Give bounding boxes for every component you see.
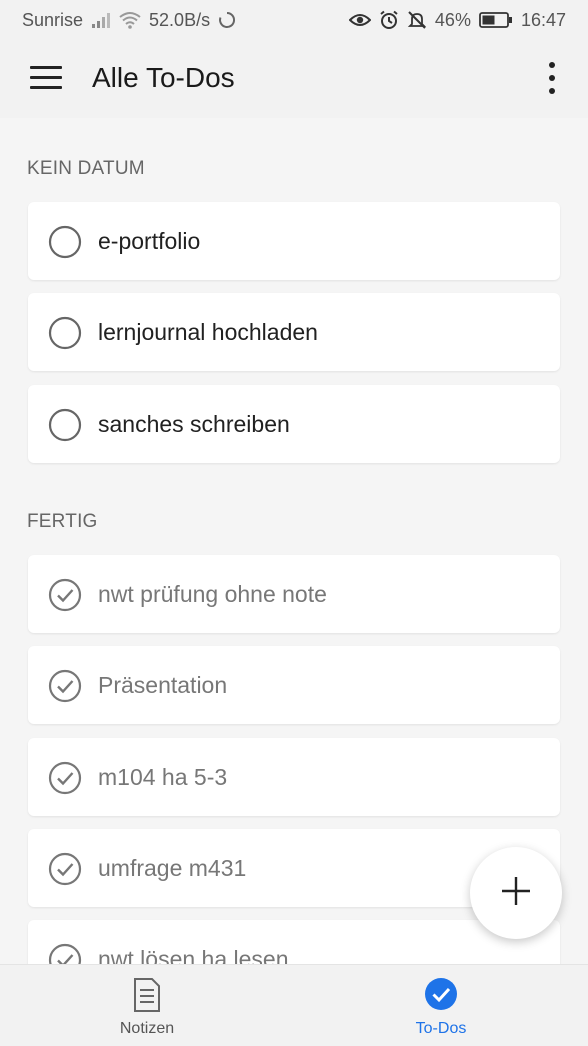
todo-item-done[interactable]: nwt lösen ha lesen bbox=[28, 920, 560, 964]
plus-icon bbox=[500, 875, 532, 912]
unchecked-circle-icon[interactable] bbox=[48, 316, 82, 350]
todo-label: e-portfolio bbox=[98, 227, 201, 254]
add-todo-button[interactable] bbox=[470, 847, 562, 939]
status-bar: Sunrise 52.0B/s 46% 16:47 bbox=[0, 0, 588, 40]
todo-item[interactable]: lernjournal hochladen bbox=[28, 293, 560, 371]
note-icon bbox=[132, 977, 162, 1018]
todo-label: umfrage m431 bbox=[98, 854, 247, 881]
carrier-name: Sunrise bbox=[22, 9, 84, 30]
unchecked-circle-icon[interactable] bbox=[48, 408, 82, 442]
todo-item-done[interactable]: Präsentation bbox=[28, 646, 560, 724]
alarm-icon bbox=[379, 10, 399, 30]
todo-item-done[interactable]: m104 ha 5-3 bbox=[28, 738, 560, 816]
page-title: Alle To-Dos bbox=[92, 62, 235, 93]
todo-label: m104 ha 5-3 bbox=[98, 763, 228, 790]
hamburger-menu-icon[interactable] bbox=[30, 66, 62, 94]
section-header-fertig: FERTIG bbox=[27, 511, 98, 532]
todo-label: sanches schreiben bbox=[98, 410, 290, 437]
signal-icon bbox=[91, 12, 111, 28]
checked-circle-icon[interactable] bbox=[48, 669, 82, 703]
checked-circle-icon[interactable] bbox=[48, 578, 82, 612]
nav-item-notizen[interactable]: Notizen bbox=[0, 965, 294, 1046]
battery-icon bbox=[479, 11, 513, 29]
bottom-navigation: Notizen To-Dos bbox=[0, 964, 588, 1046]
eye-icon bbox=[348, 12, 371, 28]
section-header-kein-datum: KEIN DATUM bbox=[27, 158, 145, 179]
todo-label: nwt prüfung ohne note bbox=[98, 580, 327, 607]
nav-label: To-Dos bbox=[415, 1020, 467, 1037]
todo-item[interactable]: sanches schreiben bbox=[28, 385, 560, 463]
sync-icon bbox=[218, 11, 236, 29]
wifi-icon bbox=[119, 11, 141, 29]
check-circle-icon bbox=[424, 977, 458, 1016]
more-vert-icon[interactable] bbox=[540, 62, 564, 98]
clock-time: 16:47 bbox=[520, 9, 566, 30]
todo-label: nwt lösen ha lesen bbox=[98, 945, 289, 965]
todo-list[interactable]: KEIN DATUM e-portfolio lernjournal hochl… bbox=[0, 118, 588, 964]
checked-circle-icon[interactable] bbox=[48, 852, 82, 886]
todo-label: Präsentation bbox=[98, 671, 228, 698]
checked-circle-icon[interactable] bbox=[48, 761, 82, 795]
mute-bell-icon bbox=[407, 10, 427, 30]
checked-circle-icon[interactable] bbox=[48, 943, 82, 964]
app-bar: Alle To-Dos bbox=[0, 40, 588, 118]
todo-label: lernjournal hochladen bbox=[98, 318, 318, 345]
todo-item[interactable]: e-portfolio bbox=[28, 202, 560, 280]
nav-item-to-dos[interactable]: To-Dos bbox=[294, 965, 588, 1046]
unchecked-circle-icon[interactable] bbox=[48, 225, 82, 259]
nav-label: Notizen bbox=[119, 1020, 175, 1037]
todo-item-done[interactable]: nwt prüfung ohne note bbox=[28, 555, 560, 633]
network-speed: 52.0B/s bbox=[149, 9, 211, 30]
battery-percent: 46% bbox=[434, 9, 471, 30]
